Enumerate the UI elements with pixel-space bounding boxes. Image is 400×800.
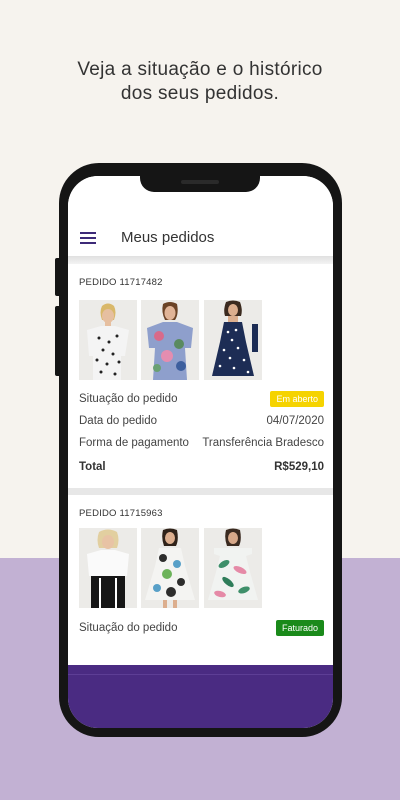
order-date-value: 04/07/2020 [266,415,324,427]
polka-dot-dress-photo[interactable] [204,300,262,380]
leaf-print-dress-photo[interactable] [204,528,262,608]
bottom-bar-divider [68,674,333,675]
order-total-row: Total R$529,10 [79,461,324,473]
order-date-label: Data do pedido [79,415,158,427]
white-top-black-pants-photo[interactable] [79,528,137,608]
promo-headline-line1: Veja a situação e o histórico [77,59,323,80]
phone-notch [140,176,260,192]
app-bar-shadow [68,256,333,264]
order-status-label: Situação do pedido [79,393,178,405]
page-title: Meus pedidos [121,229,215,246]
order-payment-value: Transferência Bradesco [202,437,324,449]
order-card[interactable]: PEDIDO 11717482 Situação do pedido Em ab… [68,264,333,488]
order-card[interactable]: PEDIDO 11715963 Situação do pedido Fatur… [68,495,333,665]
order-total-value: R$529,10 [274,461,324,473]
floral-dress-photo[interactable] [141,528,199,608]
order-total-label: Total [79,461,106,473]
order-status-badge: Em aberto [270,391,324,407]
order-status-row: Situação do pedido Faturado [79,620,324,636]
order-status-badge: Faturado [275,620,324,636]
promo-headline: Veja a situação e o histórico dos seus p… [0,58,400,106]
order-payment-label: Forma de pagamento [79,437,189,449]
order-divider [68,488,333,495]
promo-headline-line2: dos seus pedidos. [120,83,280,104]
phone-speaker [181,180,219,184]
polka-dot-blouse-photo[interactable] [79,300,137,380]
hamburger-menu-icon[interactable] [80,232,96,245]
floral-blouse-photo[interactable] [141,300,199,380]
order-number: PEDIDO 11715963 [79,508,163,519]
order-number: PEDIDO 11717482 [79,277,163,288]
order-status-label: Situação do pedido [79,622,178,634]
order-payment-row: Forma de pagamento Transferência Bradesc… [79,437,324,449]
order-date-row: Data do pedido 04/07/2020 [79,415,324,427]
order-status-row: Situação do pedido Em aberto [79,391,324,407]
phone-screen: Meus pedidos PEDIDO 11717482 Situação do… [68,176,333,728]
